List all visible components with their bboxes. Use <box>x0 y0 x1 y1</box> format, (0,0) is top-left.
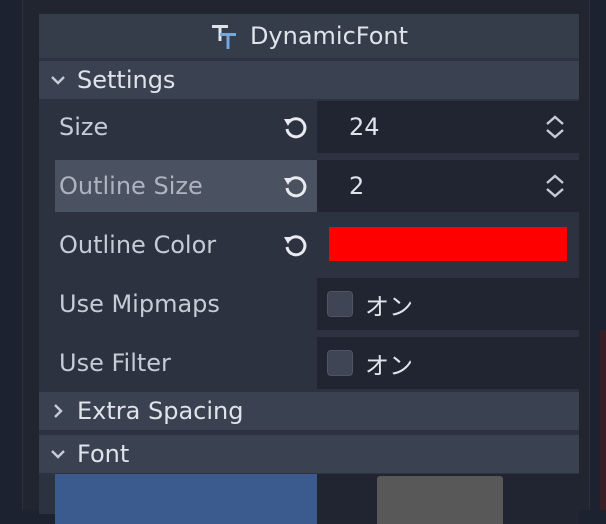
use-mipmaps-checkbox[interactable] <box>327 291 353 317</box>
use-mipmaps-label-cell: Use Mipmaps <box>55 278 317 330</box>
section-font-label: Font <box>77 440 130 468</box>
chevron-right-icon <box>47 403 69 419</box>
font-data-slot-selected[interactable] <box>55 474 317 524</box>
spinner-updown-icon[interactable] <box>543 172 567 200</box>
use-filter-label: Use Filter <box>59 349 171 377</box>
use-filter-label-cell: Use Filter <box>55 337 317 389</box>
chevron-down-icon <box>47 74 69 86</box>
property-row-use-filter: Use Filter オン <box>55 337 579 389</box>
size-value: 24 <box>349 113 380 141</box>
resource-header[interactable]: DynamicFont <box>39 14 579 58</box>
chevron-down-icon <box>47 448 69 460</box>
outline-color-label: Outline Color <box>59 231 217 259</box>
section-extra-spacing[interactable]: Extra Spacing <box>39 392 579 430</box>
outline-color-picker[interactable] <box>317 219 579 271</box>
section-extra-spacing-label: Extra Spacing <box>77 397 244 425</box>
font-data-button[interactable] <box>377 476 503 524</box>
inspector-frame: DynamicFont Settings Size 24 Outline Siz… <box>22 0 590 524</box>
property-row-use-mipmaps: Use Mipmaps オン <box>55 278 579 330</box>
section-font[interactable]: Font <box>39 435 579 473</box>
outline-size-spinbox[interactable]: 2 <box>317 160 579 212</box>
resource-title: DynamicFont <box>249 22 409 50</box>
size-label-cell: Size <box>55 101 317 153</box>
outline-size-label: Outline Size <box>59 172 203 200</box>
use-mipmaps-label: Use Mipmaps <box>59 290 220 318</box>
size-spinbox[interactable]: 24 <box>317 101 579 153</box>
background-edge <box>600 330 606 510</box>
revert-icon[interactable] <box>281 113 309 141</box>
inspector-panel: DynamicFont Settings Size 24 Outline Siz… <box>39 14 579 524</box>
use-filter-checkbox[interactable] <box>327 350 353 376</box>
property-row-outline-color: Outline Color <box>55 219 579 271</box>
revert-icon[interactable] <box>281 172 309 200</box>
size-label: Size <box>59 113 109 141</box>
dynamic-font-icon <box>210 22 238 50</box>
section-settings[interactable]: Settings <box>39 61 579 99</box>
outline-color-swatch[interactable] <box>329 227 567 261</box>
outline-size-value: 2 <box>349 172 365 200</box>
revert-icon[interactable] <box>281 231 309 259</box>
outline-size-label-cell: Outline Size <box>55 160 317 212</box>
use-mipmaps-toggle-label: オン <box>365 292 413 321</box>
use-mipmaps-toggle[interactable]: オン <box>317 278 579 330</box>
section-settings-label: Settings <box>77 66 176 94</box>
font-data-slot-value[interactable] <box>317 474 579 524</box>
property-row-outline-size: Outline Size 2 <box>55 160 579 212</box>
use-filter-toggle[interactable]: オン <box>317 337 579 389</box>
property-row-size: Size 24 <box>55 101 579 153</box>
outline-color-label-cell: Outline Color <box>55 219 317 271</box>
spinner-updown-icon[interactable] <box>543 113 567 141</box>
use-filter-toggle-label: オン <box>365 351 413 380</box>
